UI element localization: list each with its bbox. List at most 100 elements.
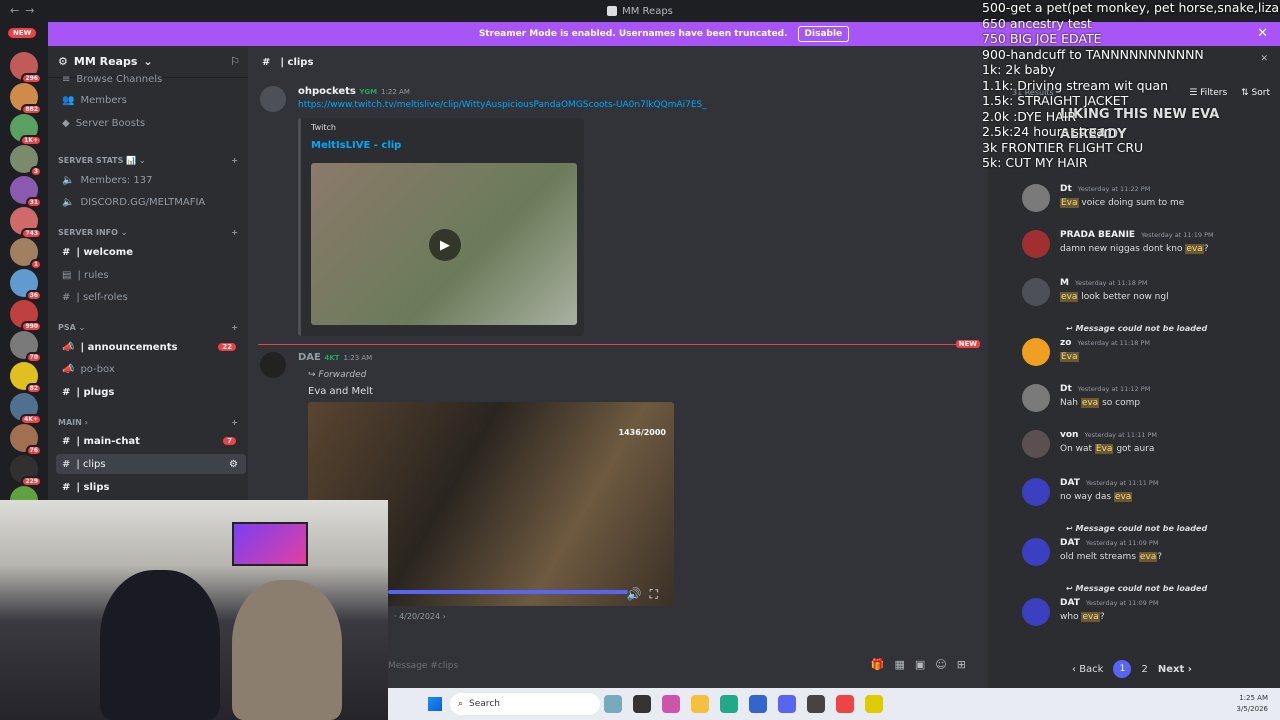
add-member-icon[interactable]: ⚐ — [230, 55, 240, 68]
clip-thumbnail[interactable]: ▶ — [311, 163, 577, 325]
hash-icon: # — [262, 56, 271, 68]
forwarded-label: ↪ Forwarded — [308, 370, 367, 380]
mention-badge: 76 — [25, 445, 42, 456]
message-author[interactable]: ohpockets YGM 1:22 AM — [298, 86, 410, 97]
channel-self-roles[interactable]: # | self-roles — [56, 287, 246, 307]
server-list: NEW 2968821K+33174313699070824K+76229163 — [0, 22, 48, 518]
plus-icon[interactable]: + — [231, 228, 238, 237]
app-icon[interactable] — [749, 695, 767, 713]
result-author[interactable]: PRADA BEANIE Yesterday at 11:19 PM — [1060, 230, 1214, 240]
avatar[interactable] — [1022, 384, 1050, 412]
server-boosts-item[interactable]: ◆ Server Boosts — [56, 113, 246, 133]
clip-link[interactable]: https://www.twitch.tv/meltislive/clip/Wi… — [298, 100, 707, 110]
server-icon[interactable]: 82 — [10, 362, 42, 394]
avatar[interactable] — [1022, 184, 1050, 212]
app-icon[interactable] — [662, 695, 680, 713]
result-author[interactable]: zo Yesterday at 11:18 PM — [1060, 338, 1150, 348]
server-icon[interactable]: 882 — [10, 83, 42, 115]
plus-icon[interactable]: + — [231, 418, 238, 427]
message-author[interactable]: DAE 4KT 1:23 AM — [298, 352, 372, 363]
channel-discord-link[interactable]: 🔈 DISCORD.GG/MELTMAFIA — [56, 192, 246, 212]
server-icon[interactable]: 36 — [10, 269, 42, 301]
volume-fullscreen-icons[interactable]: 🔊⛶ — [627, 587, 666, 602]
new-unreads-pill[interactable]: NEW — [8, 28, 37, 38]
clock[interactable]: 1:25 AM 3/5/2026 — [1237, 693, 1268, 715]
channel-members-count[interactable]: 🔈 Members: 137 — [56, 170, 246, 190]
folder-icon[interactable] — [691, 695, 709, 713]
search-highlight: Eva — [1060, 198, 1079, 208]
app-icon[interactable] — [633, 695, 651, 713]
play-icon[interactable]: ▶ — [429, 229, 461, 261]
video-progress-bar[interactable] — [388, 590, 628, 594]
result-author[interactable]: DAT Yesterday at 11:09 PM — [1060, 598, 1158, 608]
server-icon[interactable]: 296 — [10, 52, 42, 84]
message-input[interactable]: Message #clips 🎁▦▣☺⊞ — [388, 654, 980, 678]
avatar[interactable] — [1022, 598, 1050, 626]
page-1-button[interactable]: 1 — [1113, 660, 1132, 678]
channel-rules[interactable]: ▤ | rules — [56, 265, 246, 285]
disable-button[interactable]: Disable — [797, 26, 850, 42]
server-icon[interactable]: 1 — [10, 238, 42, 270]
result-text: Eva — [1060, 352, 1079, 362]
channel-welcome[interactable]: # | welcome — [56, 242, 246, 262]
embed-title[interactable]: MeltIsLIVE - clip — [311, 140, 401, 151]
app-icon[interactable] — [865, 695, 883, 713]
server-icon[interactable]: 1K+ — [10, 114, 42, 146]
result-text: Eva voice doing sum to me — [1060, 198, 1185, 208]
category-psa[interactable]: PSA ⌄ + — [58, 323, 238, 332]
unread-badge: 7 — [223, 437, 236, 445]
server-icon[interactable]: 743 — [10, 207, 42, 239]
composer-icons[interactable]: 🎁▦▣☺⊞ — [871, 658, 976, 671]
avatar[interactable] — [1022, 338, 1050, 366]
avatar[interactable] — [1022, 478, 1050, 506]
avatar[interactable] — [1022, 230, 1050, 258]
result-author[interactable]: Dt Yesterday at 11:12 PM — [1060, 384, 1150, 394]
edge-icon[interactable] — [720, 695, 738, 713]
avatar[interactable] — [260, 352, 286, 378]
avatar[interactable] — [1022, 278, 1050, 306]
channel-plugs[interactable]: # | plugs — [56, 382, 246, 402]
channel-po-box[interactable]: 📣 po-box — [56, 359, 246, 379]
result-author[interactable]: Dt Yesterday at 11:22 PM — [1060, 184, 1150, 194]
category-server-stats[interactable]: SERVER STATS 📊 ⌄ + — [58, 156, 238, 165]
result-text: no way das eva — [1060, 492, 1133, 502]
channel-main-chat[interactable]: # | main-chat 7 — [56, 431, 246, 451]
category-server-info[interactable]: SERVER INFO ⌄ + — [58, 228, 238, 237]
server-icon[interactable]: 31 — [10, 176, 42, 208]
category-main[interactable]: MAIN › + — [58, 418, 238, 427]
settings-icon[interactable]: ⚙ — [229, 459, 238, 470]
result-author[interactable]: von Yesterday at 11:11 PM — [1060, 430, 1157, 440]
server-icon[interactable]: 4K+ — [10, 393, 42, 425]
avatar[interactable] — [1022, 430, 1050, 458]
server-icon[interactable]: 3 — [10, 145, 42, 177]
members-item[interactable]: 👥 Members — [56, 90, 246, 110]
discord-app-icon — [607, 6, 618, 16]
plus-icon[interactable]: + — [231, 323, 238, 332]
channel-clips[interactable]: # | clips ⚙ — [56, 454, 246, 474]
result-author[interactable]: DAT Yesterday at 11:09 PM — [1060, 538, 1158, 548]
windows-start-icon[interactable] — [428, 697, 442, 711]
taskbar-search[interactable]: ⌕ Search — [450, 693, 600, 715]
server-icon[interactable]: 229 — [10, 455, 42, 487]
chrome-icon[interactable] — [836, 695, 854, 713]
timestamp: Yesterday at 11:09 PM — [1085, 539, 1159, 547]
channel-announcements[interactable]: 📣 | announcements 22 — [56, 337, 246, 357]
nav-arrows-icon[interactable]: ←→ — [10, 4, 40, 17]
channel-slips[interactable]: # | slips — [56, 477, 246, 497]
result-author[interactable]: DAT Yesterday at 11:11 PM — [1060, 478, 1158, 488]
app-icon[interactable] — [807, 695, 825, 713]
page-2-button[interactable]: 2 — [1141, 664, 1147, 675]
browse-channels[interactable]: ≡ Browse Channels — [56, 72, 246, 86]
result-author[interactable]: M Yesterday at 11:18 PM — [1060, 278, 1148, 288]
plus-icon[interactable]: + — [231, 156, 238, 165]
role-tag: 4KT — [324, 354, 340, 362]
back-button[interactable]: ‹ Back — [1072, 664, 1103, 675]
server-icon[interactable]: 70 — [10, 331, 42, 363]
search-highlight: eva — [1081, 612, 1100, 622]
server-icon[interactable]: 990 — [10, 300, 42, 332]
server-icon[interactable]: 76 — [10, 424, 42, 456]
discord-icon[interactable] — [778, 695, 796, 713]
next-button[interactable]: Next › — [1158, 664, 1192, 675]
avatar[interactable] — [1022, 538, 1050, 566]
avatar[interactable] — [260, 86, 286, 112]
